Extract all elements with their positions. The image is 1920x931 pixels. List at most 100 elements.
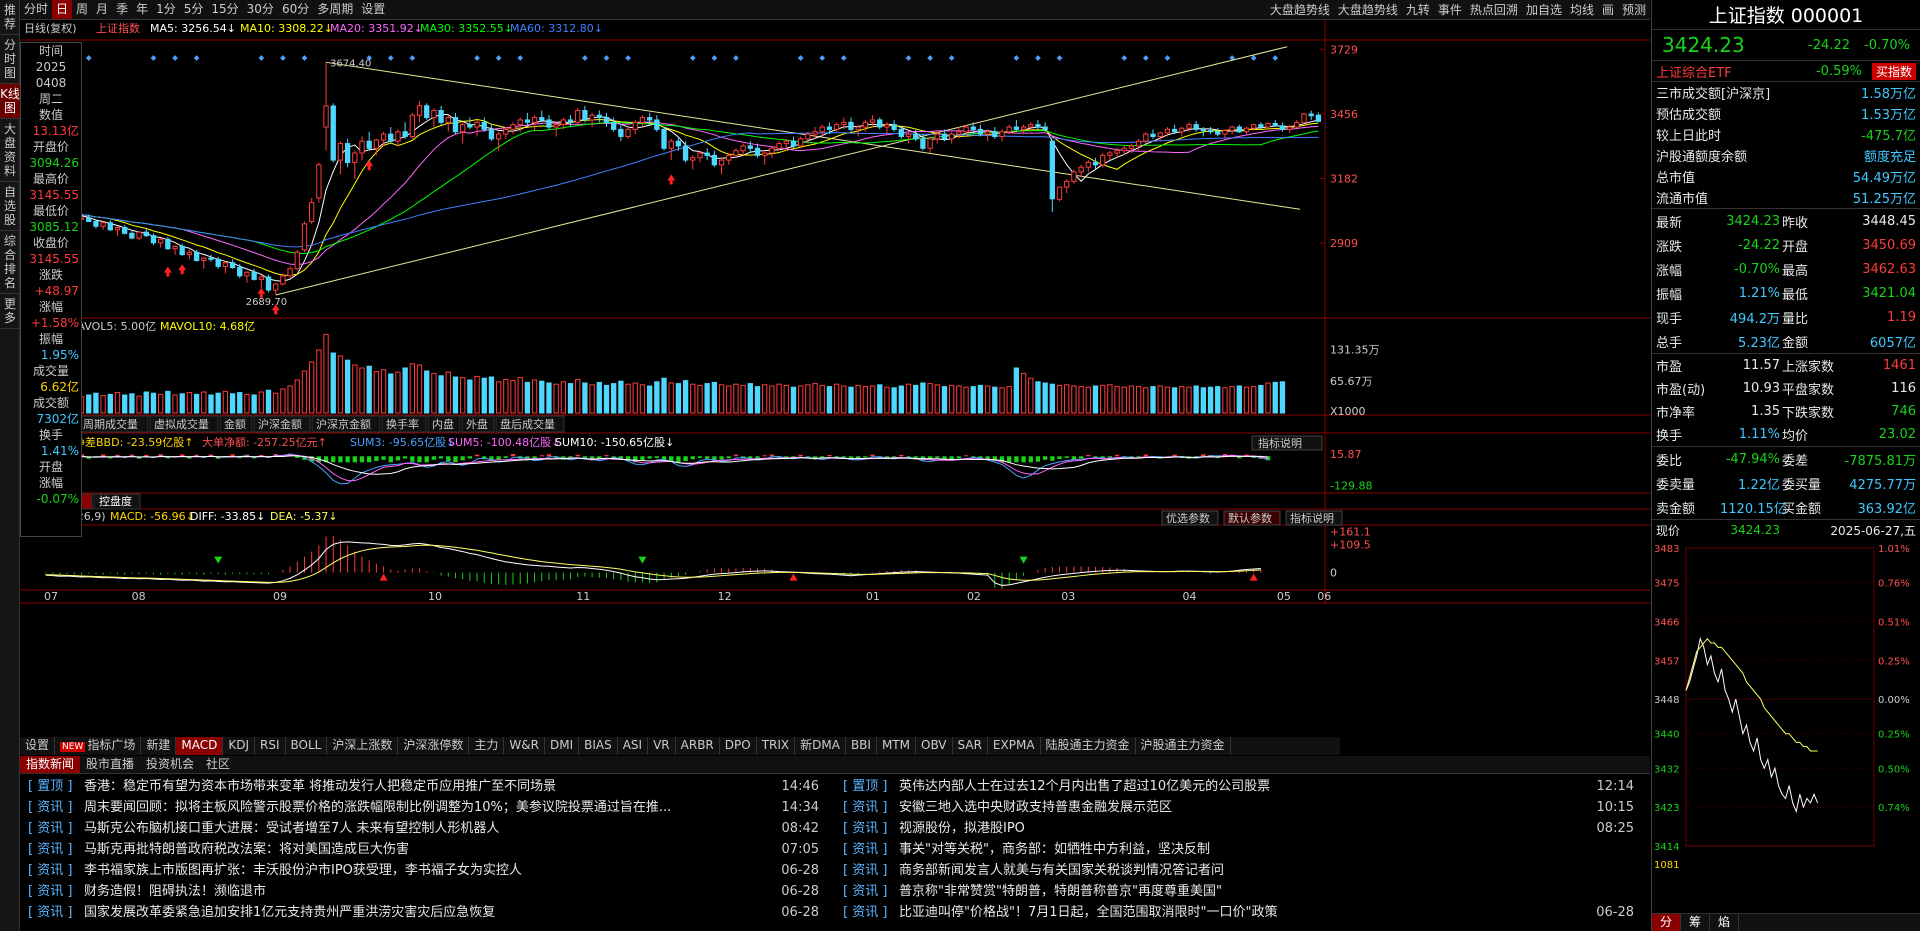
- news-tab-0[interactable]: 指数新闻: [20, 756, 81, 773]
- news-title[interactable]: 事关"对等关税"，商务部：如牺牲中方利益，坚决反制: [899, 839, 1590, 860]
- period-button-8[interactable]: 15分: [207, 0, 242, 19]
- toolbar-action-1[interactable]: 大盘趋势线: [1334, 1, 1402, 18]
- intraday-chart[interactable]: 3483 3475 3466 3457 3448 3440 3432 3423 3414 1.01…: [1652, 540, 1920, 876]
- vol-tab-1[interactable]: 虚拟成交量: [149, 415, 219, 433]
- toolbar-action-0[interactable]: 大盘趋势线: [1266, 1, 1334, 18]
- candle[interactable]: [1056, 186, 1063, 202]
- indicator-tab-18[interactable]: 新DMA: [795, 737, 846, 755]
- news-item[interactable]: [ 资讯 ] 事关"对等关税"，商务部：如牺牲中方利益，坚决反制: [835, 839, 1640, 860]
- vol-tab-4[interactable]: 沪深京金额: [311, 415, 381, 433]
- vol-tab-3[interactable]: 沪深金额: [253, 415, 311, 433]
- news-title[interactable]: 国家发展改革委紧急追加安排1亿元支持贵州严重洪涝灾害灾后应急恢复: [84, 902, 775, 923]
- period-button-3[interactable]: 月: [92, 0, 112, 19]
- news-tab-3[interactable]: 社区: [200, 756, 236, 773]
- candle[interactable]: [1100, 153, 1106, 168]
- news-item[interactable]: [ 资讯 ] 李书福家族上市版图再扩张：丰沃股份沪市IPO获受理，李书福子女为实控…: [20, 860, 825, 881]
- view-tab-5[interactable]: 综合排名: [0, 231, 20, 294]
- view-tab-1[interactable]: 分时图: [0, 35, 20, 84]
- news-title[interactable]: 安徽三地入选中央财政支持普惠金融发展示范区: [899, 797, 1590, 818]
- indicator-tab-6[interactable]: BOLL: [286, 737, 328, 755]
- news-title[interactable]: 普京称"非常赞赏"特朗普，特朗普称普京"再度尊重美国": [899, 881, 1590, 902]
- indicator-tab-2[interactable]: 新建: [141, 737, 177, 755]
- indicator-tab-0[interactable]: 设置: [20, 737, 56, 755]
- intraday-tab-0[interactable]: 分: [1652, 914, 1682, 931]
- indicator-tab-10[interactable]: W&R: [504, 737, 545, 755]
- main-chart-svg[interactable]: 日线(复权) 上证指数 MA5: 3256.54↓ MA10: 3308.22↓MA2…: [20, 20, 1650, 755]
- toolbar-action-8[interactable]: 预测: [1618, 1, 1650, 18]
- period-button-0[interactable]: 分时: [20, 0, 52, 19]
- news-item[interactable]: [ 资讯 ] 周末要闻回顾：拟将主板风险警示股票价格的涨跌幅限制比例调整为10%；…: [20, 797, 825, 818]
- indicator-tab-8[interactable]: 沪深涨停数: [398, 737, 470, 755]
- macd-button-2[interactable]: 指标说明: [1285, 510, 1343, 526]
- news-title[interactable]: 财务造假！阻碍执法！濒临退市: [84, 881, 775, 902]
- candle[interactable]: [409, 112, 415, 139]
- etf-name[interactable]: 上证综合ETF: [1656, 62, 1732, 81]
- view-tab-6[interactable]: 更多: [0, 294, 20, 329]
- indicator-tab-22[interactable]: SAR: [953, 737, 988, 755]
- toolbar-action-3[interactable]: 事件: [1434, 1, 1466, 18]
- indicator-tab-15[interactable]: ARBR: [676, 737, 720, 755]
- indicator-tab-23[interactable]: EXPMA: [988, 737, 1041, 755]
- news-title[interactable]: 李书福家族上市版图再扩张：丰沃股份沪市IPO获受理，李书福子女为实控人: [84, 860, 775, 881]
- macd-button-0[interactable]: 优选参数: [1161, 510, 1219, 526]
- news-item[interactable]: [ 资讯 ] 视源股份，拟港股IPO 08:25: [835, 818, 1640, 839]
- indicator-tab-5[interactable]: RSI: [255, 737, 286, 755]
- indicator-tab-13[interactable]: ASI: [618, 737, 649, 755]
- candle[interactable]: [165, 236, 171, 250]
- candle[interactable]: [330, 103, 336, 163]
- period-button-9[interactable]: 30分: [243, 0, 278, 19]
- news-title[interactable]: 比亚迪叫停"价格战"！7月1日起，全国范围取消限时"一口价"政策: [899, 902, 1590, 923]
- vol-tab-8[interactable]: 盘后成交量: [495, 415, 565, 433]
- vol-tab-7[interactable]: 外盘: [461, 415, 495, 433]
- period-button-7[interactable]: 5分: [180, 0, 208, 19]
- news-title[interactable]: 英伟达内部人士在过去12个月内出售了超过10亿美元的公司股票: [899, 776, 1590, 797]
- toolbar-action-4[interactable]: 热点回溯: [1466, 1, 1522, 18]
- news-title[interactable]: 香港：稳定币有望为资本市场带来变革 将推动发行人把稳定币应用推广至不同场景: [84, 776, 775, 797]
- candle[interactable]: [661, 127, 667, 151]
- news-tab-2[interactable]: 投资机会: [140, 756, 200, 773]
- kline-chart-area[interactable]: 日线(复权) 上证指数 MA5: 3256.54↓ MA10: 3308.22↓ MA2…: [20, 20, 1650, 755]
- news-item[interactable]: [ 资讯 ] 普京称"非常赞赏"特朗普，特朗普称普京"再度尊重美国": [835, 881, 1640, 902]
- candle[interactable]: [294, 249, 300, 270]
- indicator-tab-25[interactable]: 沪股通主力资金: [1136, 737, 1231, 755]
- toolbar-action-6[interactable]: 均线: [1566, 1, 1598, 18]
- toolbar-action-5[interactable]: 加自选: [1522, 1, 1566, 18]
- news-item[interactable]: [ 资讯 ] 财务造假！阻碍执法！濒临退市 06-28: [20, 881, 825, 902]
- bbd-tab-1[interactable]: 控盘度: [93, 493, 141, 510]
- indicator-tab-11[interactable]: DMI: [545, 737, 580, 755]
- period-button-11[interactable]: 多周期: [313, 0, 357, 19]
- news-title[interactable]: 视源股份，拟港股IPO: [899, 818, 1590, 839]
- indicator-tab-3[interactable]: MACD: [176, 737, 224, 755]
- candle[interactable]: [301, 221, 308, 253]
- toolbar-action-7[interactable]: 画: [1598, 1, 1618, 18]
- candle[interactable]: [265, 274, 272, 293]
- intraday-tab-1[interactable]: 筹: [1681, 914, 1711, 931]
- vol-tab-6[interactable]: 内盘: [427, 415, 461, 433]
- period-button-6[interactable]: 1分: [152, 0, 180, 19]
- candle[interactable]: [344, 138, 351, 168]
- candle[interactable]: [424, 103, 430, 120]
- period-button-2[interactable]: 周: [72, 0, 92, 19]
- intraday-tab-2[interactable]: 焰: [1710, 914, 1740, 931]
- news-title[interactable]: 周末要闻回顾：拟将主板风险警示股票价格的涨跌幅限制比例调整为10%；美参议院投票…: [84, 797, 775, 818]
- toolbar-action-2[interactable]: 九转: [1402, 1, 1434, 18]
- view-tab-0[interactable]: 推荐: [0, 0, 20, 35]
- news-item[interactable]: [ 资讯 ] 马斯克再批特朗普政府税改法案：将对美国造成巨大伤害 07:05: [20, 839, 825, 860]
- indicator-tab-4[interactable]: KDJ: [223, 737, 256, 755]
- period-button-12[interactable]: 设置: [357, 0, 389, 19]
- indicator-tab-24[interactable]: 陆股通主力资金: [1041, 737, 1136, 755]
- news-item[interactable]: [ 资讯 ] 商务部新闻发言人就美与有关国家关税谈判情况答记者问: [835, 860, 1640, 881]
- news-item[interactable]: [ 资讯 ] 安徽三地入选中央财政支持普惠金融发展示范区 10:15: [835, 797, 1640, 818]
- indicator-tab-1[interactable]: NEW 指标广场: [55, 737, 142, 755]
- news-title[interactable]: 商务部新闻发言人就美与有关国家关税谈判情况答记者问: [899, 860, 1590, 881]
- view-tab-4[interactable]: 自选股: [0, 182, 20, 231]
- indicator-tab-9[interactable]: 主力: [469, 737, 505, 755]
- view-tab-2[interactable]: K线图: [0, 84, 20, 119]
- period-button-1[interactable]: 日: [52, 0, 73, 19]
- indicator-tab-12[interactable]: BIAS: [579, 737, 618, 755]
- news-item[interactable]: [ 资讯 ] 比亚迪叫停"价格战"！7月1日起，全国范围取消限时"一口价"政策 06…: [835, 902, 1640, 923]
- news-title[interactable]: 马斯克再批特朗普政府税改法案：将对美国造成巨大伤害: [84, 839, 775, 860]
- indicator-tab-14[interactable]: VR: [648, 737, 676, 755]
- buy-index-button[interactable]: 买指数: [1871, 62, 1916, 80]
- candle[interactable]: [1071, 169, 1077, 184]
